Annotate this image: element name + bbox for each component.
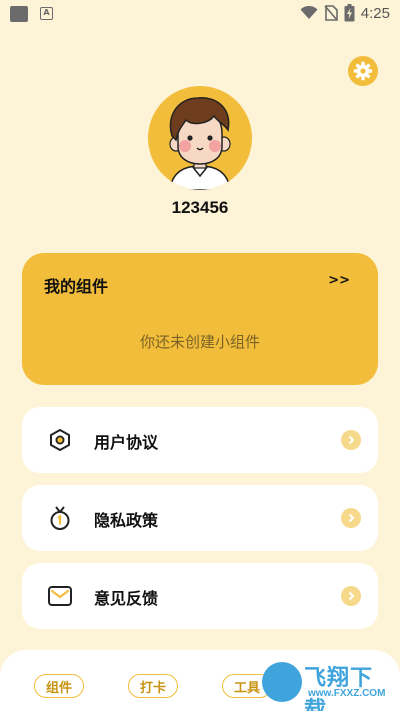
watermark-url: www.FXXZ.COM (308, 688, 386, 699)
no-sim-icon (324, 5, 338, 21)
menu-item-label: 意见反馈 (94, 589, 159, 608)
boy-avatar-illustration (169, 97, 231, 190)
app-notification-icon (10, 6, 28, 22)
menu-item-user-agreement[interactable]: 用户协议 (22, 407, 378, 473)
wifi-icon (300, 6, 318, 19)
hexagon-nut-icon (46, 426, 74, 454)
battery-charging-icon (344, 4, 355, 22)
watermark: 飞翔下载 www.FXXZ.COM (262, 660, 392, 711)
chevron-right-icon (341, 430, 361, 450)
clock-time: 4:25 (360, 4, 390, 22)
avatar[interactable] (148, 86, 252, 190)
font-notification-icon: A (40, 7, 53, 20)
menu-item-label: 隐私政策 (94, 511, 159, 530)
settings-button[interactable] (348, 56, 378, 86)
username: 123456 (171, 198, 229, 217)
menu-item-feedback[interactable]: 意见反馈 (22, 563, 378, 629)
menu-item-privacy-policy[interactable]: 隐私政策 (22, 485, 378, 551)
widgets-title: 我的组件 (44, 277, 109, 296)
menu-item-label: 用户协议 (94, 433, 159, 452)
status-bar: A 4:25 (0, 0, 400, 28)
chevron-right-icon (341, 586, 361, 606)
widgets-empty-text: 你还未创建小组件 (139, 333, 260, 351)
widgets-more-link[interactable]: >> (328, 273, 350, 288)
my-widgets-card[interactable]: 我的组件 >> 你还未创建小组件 (22, 253, 378, 385)
status-bar-right: 4:25 (300, 4, 390, 22)
chevron-right-icon (341, 508, 361, 528)
tab-widgets[interactable]: 组件 (34, 674, 84, 698)
gear-icon (353, 61, 373, 81)
watermark-text: 飞翔下载 (304, 665, 374, 711)
tab-checkin[interactable]: 打卡 (128, 674, 178, 698)
watermark-logo-icon (262, 662, 302, 702)
medal-icon (46, 504, 74, 532)
envelope-icon (46, 582, 74, 610)
